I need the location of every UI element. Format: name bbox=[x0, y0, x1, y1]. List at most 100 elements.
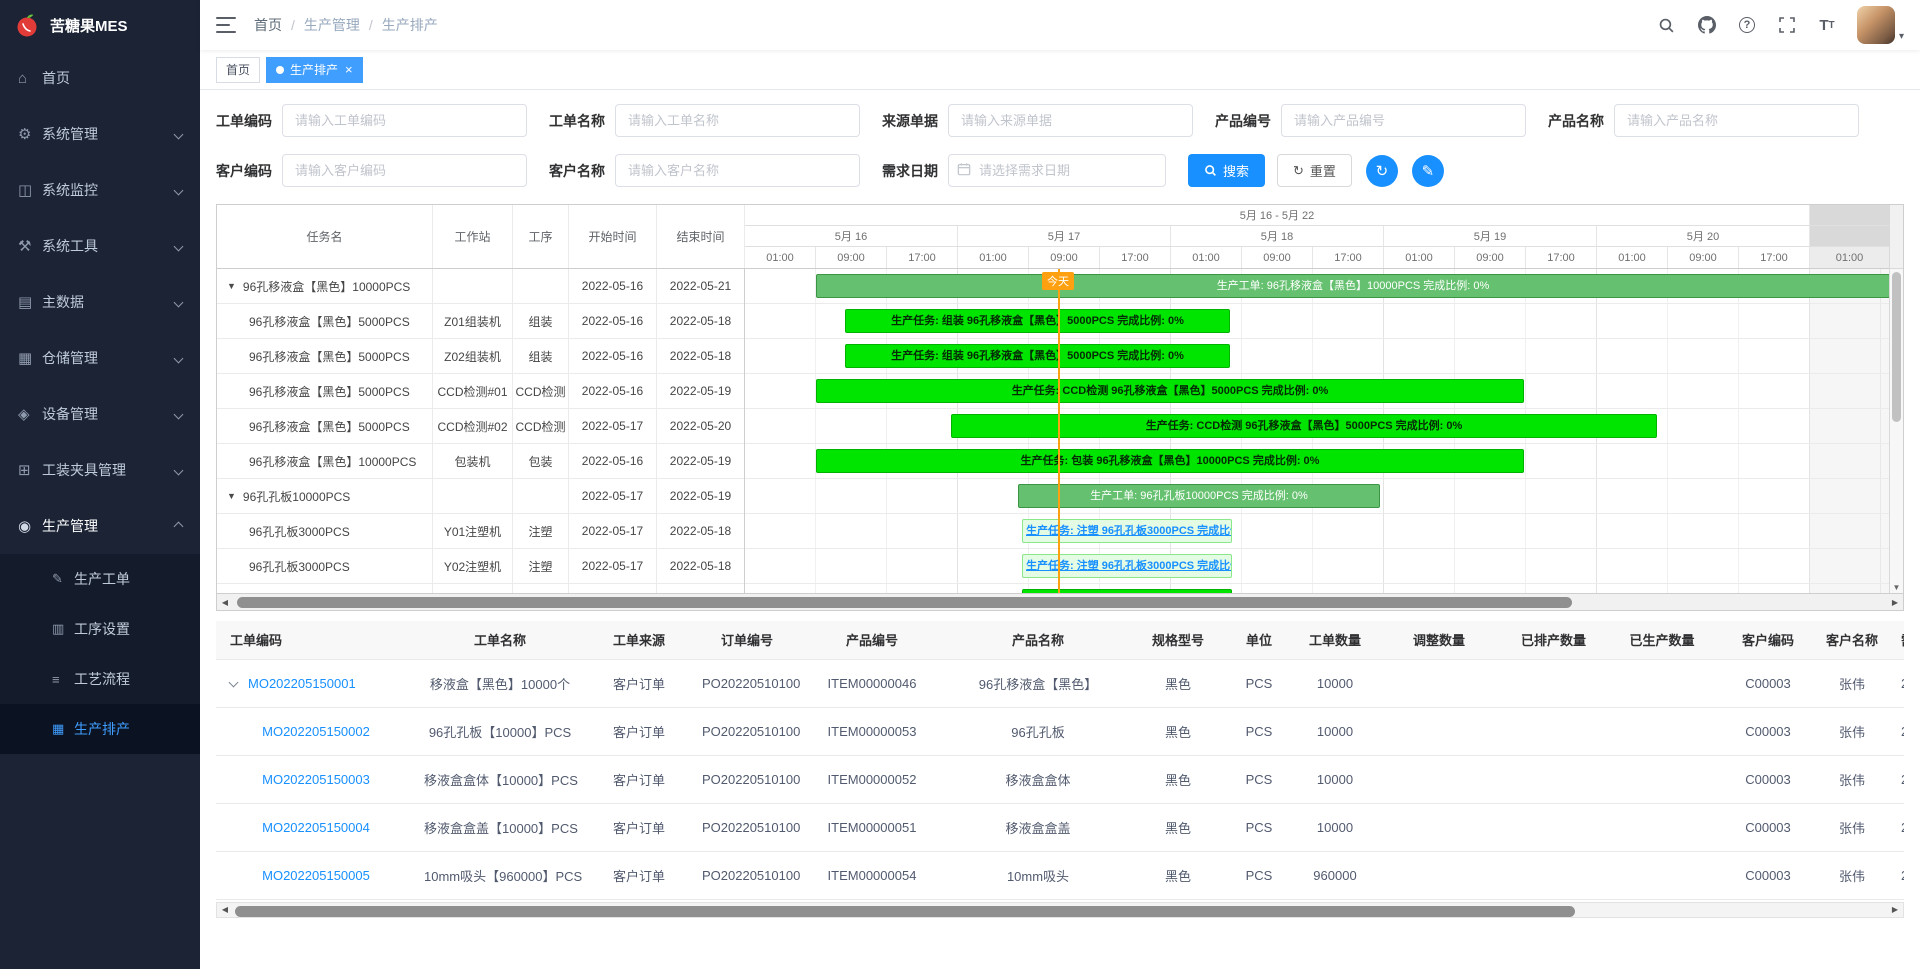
order-code-link[interactable]: MO202205150005 bbox=[262, 868, 370, 883]
gantt-task-bar[interactable]: 生产任务: 注塑 96孔孔板3000PCS 完成比例: 0% bbox=[1022, 554, 1232, 578]
gantt-grid-row[interactable]: 96孔孔板3000PCSY03注塑机注塑2022-05-172022-05-18 bbox=[217, 584, 744, 593]
sidebar-item-4[interactable]: ▤主数据 bbox=[0, 274, 200, 330]
sidebar-item-7[interactable]: ⊞工装夹具管理 bbox=[0, 442, 200, 498]
gantt-task-bar[interactable]: 生产任务: CCD检测 96孔移液盒【黑色】5000PCS 完成比例: 0% bbox=[816, 379, 1524, 403]
breadcrumb-item[interactable]: 生产排产 bbox=[382, 15, 438, 35]
breadcrumb-item[interactable]: 首页 bbox=[254, 15, 282, 35]
text-input-来源单据[interactable] bbox=[948, 104, 1193, 137]
date-input-需求日期[interactable] bbox=[948, 154, 1166, 187]
scale-hour-cell: 01:00 bbox=[1597, 247, 1668, 268]
submenu-item-3[interactable]: ▦生产排产 bbox=[0, 704, 200, 754]
gantt-task-bar[interactable]: 生产任务: 包装 96孔移液盒【黑色】10000PCS 完成比例: 0% bbox=[816, 449, 1524, 473]
text-input-工单名称[interactable] bbox=[615, 104, 860, 137]
gantt-hscroll-thumb[interactable] bbox=[237, 597, 1572, 608]
gantt-vscroll-thumb[interactable] bbox=[1892, 272, 1901, 422]
avatar[interactable] bbox=[1857, 6, 1895, 44]
gantt-grid-row[interactable]: 96孔移液盒【黑色】5000PCSCCD检测#02CCD检测2022-05-17… bbox=[217, 409, 744, 444]
order-code-link[interactable]: MO202205150004 bbox=[262, 820, 370, 835]
gantt-cell: 2022-05-16 bbox=[569, 304, 657, 338]
row-expand-icon[interactable]: ▼ bbox=[227, 491, 236, 501]
scroll-right-arrow-icon[interactable]: ▶ bbox=[1887, 903, 1903, 917]
scroll-left-arrow-icon[interactable]: ◀ bbox=[217, 903, 233, 917]
scroll-left-arrow-icon[interactable]: ◀ bbox=[217, 594, 233, 610]
search-button[interactable]: 搜索 bbox=[1188, 154, 1265, 187]
table-hscroll-thumb[interactable] bbox=[235, 906, 1575, 917]
sidebar-item-1[interactable]: ⚙系统管理 bbox=[0, 106, 200, 162]
search-icon[interactable] bbox=[1657, 15, 1677, 35]
order-code-link[interactable]: MO202205150002 bbox=[262, 724, 370, 739]
gantt-grid-row[interactable]: 96孔移液盒【黑色】5000PCSCCD检测#01CCD检测2022-05-16… bbox=[217, 374, 744, 409]
gantt-workorder-bar[interactable]: 生产工单: 96孔孔板10000PCS 完成比例: 0% bbox=[1018, 484, 1380, 508]
gantt-vertical-scrollbar[interactable]: ▼ bbox=[1889, 205, 1903, 593]
table-header-已生产数量: 已生产数量 bbox=[1605, 621, 1719, 659]
gantt-task-bar[interactable]: 生产任务: 组装 96孔移液盒【黑色】5000PCS 完成比例: 0% bbox=[845, 309, 1230, 333]
sidebar-item-3[interactable]: ⚒系统工具 bbox=[0, 218, 200, 274]
sidebar-item-6[interactable]: ◈设备管理 bbox=[0, 386, 200, 442]
github-icon[interactable] bbox=[1697, 15, 1717, 35]
production-icon: ◉ bbox=[18, 517, 42, 535]
gantt-grid-row[interactable]: 96孔移液盒【黑色】5000PCSZ02组装机组装2022-05-162022-… bbox=[217, 339, 744, 374]
tab-active-dot bbox=[276, 66, 284, 74]
gantt-task-bar[interactable]: 生产任务: 组装 96孔移液盒【黑色】5000PCS 完成比例: 0% bbox=[845, 344, 1230, 368]
gantt-horizontal-scrollbar[interactable]: ◀ ▶ bbox=[217, 593, 1903, 610]
breadcrumb-item[interactable]: 生产管理 bbox=[304, 15, 360, 35]
table-cell: 客户订单 bbox=[584, 659, 694, 707]
gantt-grid-row[interactable]: 96孔孔板3000PCSY02注塑机注塑2022-05-172022-05-18 bbox=[217, 549, 744, 584]
row-expander-icon[interactable] bbox=[229, 677, 239, 687]
gantt-chart-row: 生产工单: 96孔孔板10000PCS 完成比例: 0% bbox=[745, 479, 1889, 514]
gantt-cell: Y02注塑机 bbox=[433, 549, 513, 583]
sidebar-item-8[interactable]: ◉生产管理 bbox=[0, 498, 200, 554]
hamburger-icon[interactable] bbox=[216, 17, 236, 33]
row-expand-icon[interactable]: ▼ bbox=[227, 281, 236, 291]
gantt-grid-row[interactable]: 96孔移液盒【黑色】5000PCSZ01组装机组装2022-05-162022-… bbox=[217, 304, 744, 339]
gantt-grid-row[interactable]: ▼96孔孔板10000PCS2022-05-172022-05-19 bbox=[217, 479, 744, 514]
order-code-link[interactable]: MO202205150001 bbox=[248, 676, 356, 691]
text-input-工单编码[interactable] bbox=[282, 104, 527, 137]
table-cell: 移液盒盒盖【10000】PCS bbox=[416, 803, 584, 851]
help-icon[interactable]: ? bbox=[1737, 15, 1757, 35]
sidebar-item-0[interactable]: ⌂首页 bbox=[0, 50, 200, 106]
scale-hour-overflow: 01:00 bbox=[1810, 247, 1889, 268]
gantt-workorder-bar[interactable]: 生产工单: 96孔移液盒【黑色】10000PCS 完成比例: 0% bbox=[816, 274, 1889, 298]
table-horizontal-scrollbar[interactable]: ◀ ▶ bbox=[216, 902, 1904, 918]
logo-icon bbox=[14, 12, 40, 38]
task-label: 96孔移液盒【黑色】10000PCS bbox=[243, 278, 410, 295]
breadcrumb-separator: / bbox=[369, 17, 373, 33]
gantt-grid-row[interactable]: ▼96孔移液盒【黑色】10000PCS2022-05-162022-05-21 bbox=[217, 269, 744, 304]
sidebar-item-2[interactable]: ◫系统监控 bbox=[0, 162, 200, 218]
text-input-产品名称[interactable] bbox=[1614, 104, 1859, 137]
gantt-task-bar[interactable]: 生产任务: CCD检测 96孔移液盒【黑色】5000PCS 完成比例: 0% bbox=[951, 414, 1657, 438]
gantt-chart-row: 生产任务: 注塑 96孔孔板3000PCS 完成比例: 0% bbox=[745, 584, 1889, 593]
text-input-客户编码[interactable] bbox=[282, 154, 527, 187]
gantt-vscroll-header bbox=[1890, 205, 1903, 269]
gantt-task-bar[interactable]: 生产任务: 注塑 96孔孔板3000PCS 完成比例: 0% bbox=[1022, 589, 1232, 593]
order-code-cell: MO202205150005 bbox=[216, 851, 416, 899]
tab-生产排产[interactable]: 生产排产× bbox=[266, 57, 363, 83]
submenu-item-1[interactable]: ▥工序设置 bbox=[0, 604, 200, 654]
fullscreen-icon[interactable] bbox=[1777, 15, 1797, 35]
text-input-产品编号[interactable] bbox=[1281, 104, 1526, 137]
scale-day-cell: 5月 18 bbox=[1171, 226, 1384, 246]
tab-首页[interactable]: 首页 bbox=[216, 57, 260, 83]
font-size-icon[interactable]: TT bbox=[1817, 15, 1837, 35]
reset-button[interactable]: ↻ 重置 bbox=[1277, 154, 1352, 187]
order-code-link[interactable]: MO202205150003 bbox=[262, 772, 370, 787]
submenu-item-0[interactable]: ✎生产工单 bbox=[0, 554, 200, 604]
gantt-grid-row[interactable]: 96孔孔板3000PCSY01注塑机注塑2022-05-172022-05-18 bbox=[217, 514, 744, 549]
refresh-button[interactable]: ↻ bbox=[1366, 155, 1398, 187]
sidebar-item-5[interactable]: ▦仓储管理 bbox=[0, 330, 200, 386]
edit-button[interactable]: ✎ bbox=[1412, 155, 1444, 187]
gantt-grid-row[interactable]: 96孔移液盒【黑色】10000PCS包装机包装2022-05-162022-05… bbox=[217, 444, 744, 479]
tab-close-icon[interactable]: × bbox=[345, 63, 353, 76]
filter-field: 工单编码 bbox=[216, 104, 527, 137]
user-menu[interactable]: ▾ bbox=[1857, 6, 1904, 44]
text-input-客户名称[interactable] bbox=[615, 154, 860, 187]
gantt-chart-row: 生产任务: 注塑 96孔孔板3000PCS 完成比例: 0% bbox=[745, 514, 1889, 549]
gantt-task-bar[interactable]: 生产任务: 注塑 96孔孔板3000PCS 完成比例: 0% bbox=[1022, 519, 1232, 543]
scroll-down-arrow-icon[interactable]: ▼ bbox=[1890, 583, 1903, 592]
task-label: 96孔移液盒【黑色】5000PCS bbox=[249, 348, 410, 365]
table-header-订单编号: 订单编号 bbox=[694, 621, 800, 659]
submenu-item-2[interactable]: ≡工艺流程 bbox=[0, 654, 200, 704]
field-label: 需求日期 bbox=[882, 161, 938, 181]
scroll-right-arrow-icon[interactable]: ▶ bbox=[1887, 594, 1903, 610]
